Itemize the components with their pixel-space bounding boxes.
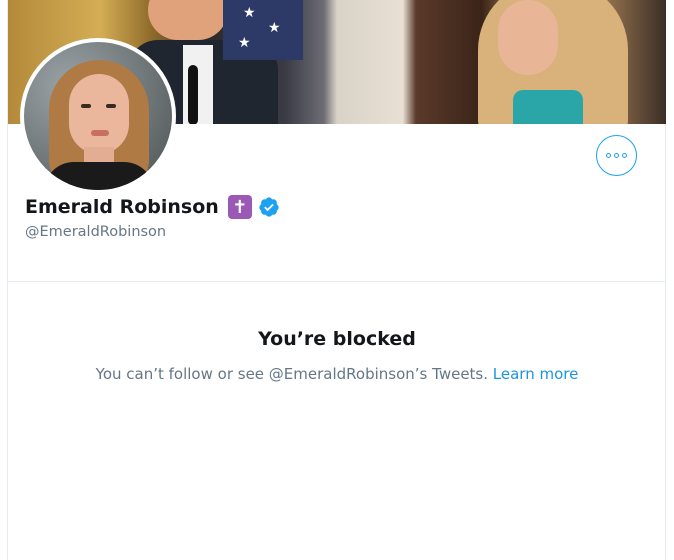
- blocked-message-text: You can’t follow or see @EmeraldRobinson…: [95, 365, 489, 383]
- latin-cross-icon: ✝: [227, 195, 252, 219]
- more-options-icon: [606, 153, 627, 158]
- blocked-title: You’re blocked: [258, 328, 416, 350]
- profile-handle: @EmeraldRobinson: [25, 224, 167, 240]
- blocked-message: You can’t follow or see @EmeraldRobinson…: [0, 365, 674, 383]
- verified-badge-icon: [258, 196, 280, 218]
- avatar[interactable]: [20, 38, 176, 194]
- avatar-photo[interactable]: [24, 42, 172, 190]
- learn-more-link[interactable]: Learn more: [493, 365, 579, 383]
- divider: [8, 281, 666, 282]
- more-options-button[interactable]: [596, 135, 637, 176]
- profile-name: Emerald Robinson: [25, 196, 219, 218]
- profile-name-row: Emerald Robinson ✝: [25, 195, 280, 219]
